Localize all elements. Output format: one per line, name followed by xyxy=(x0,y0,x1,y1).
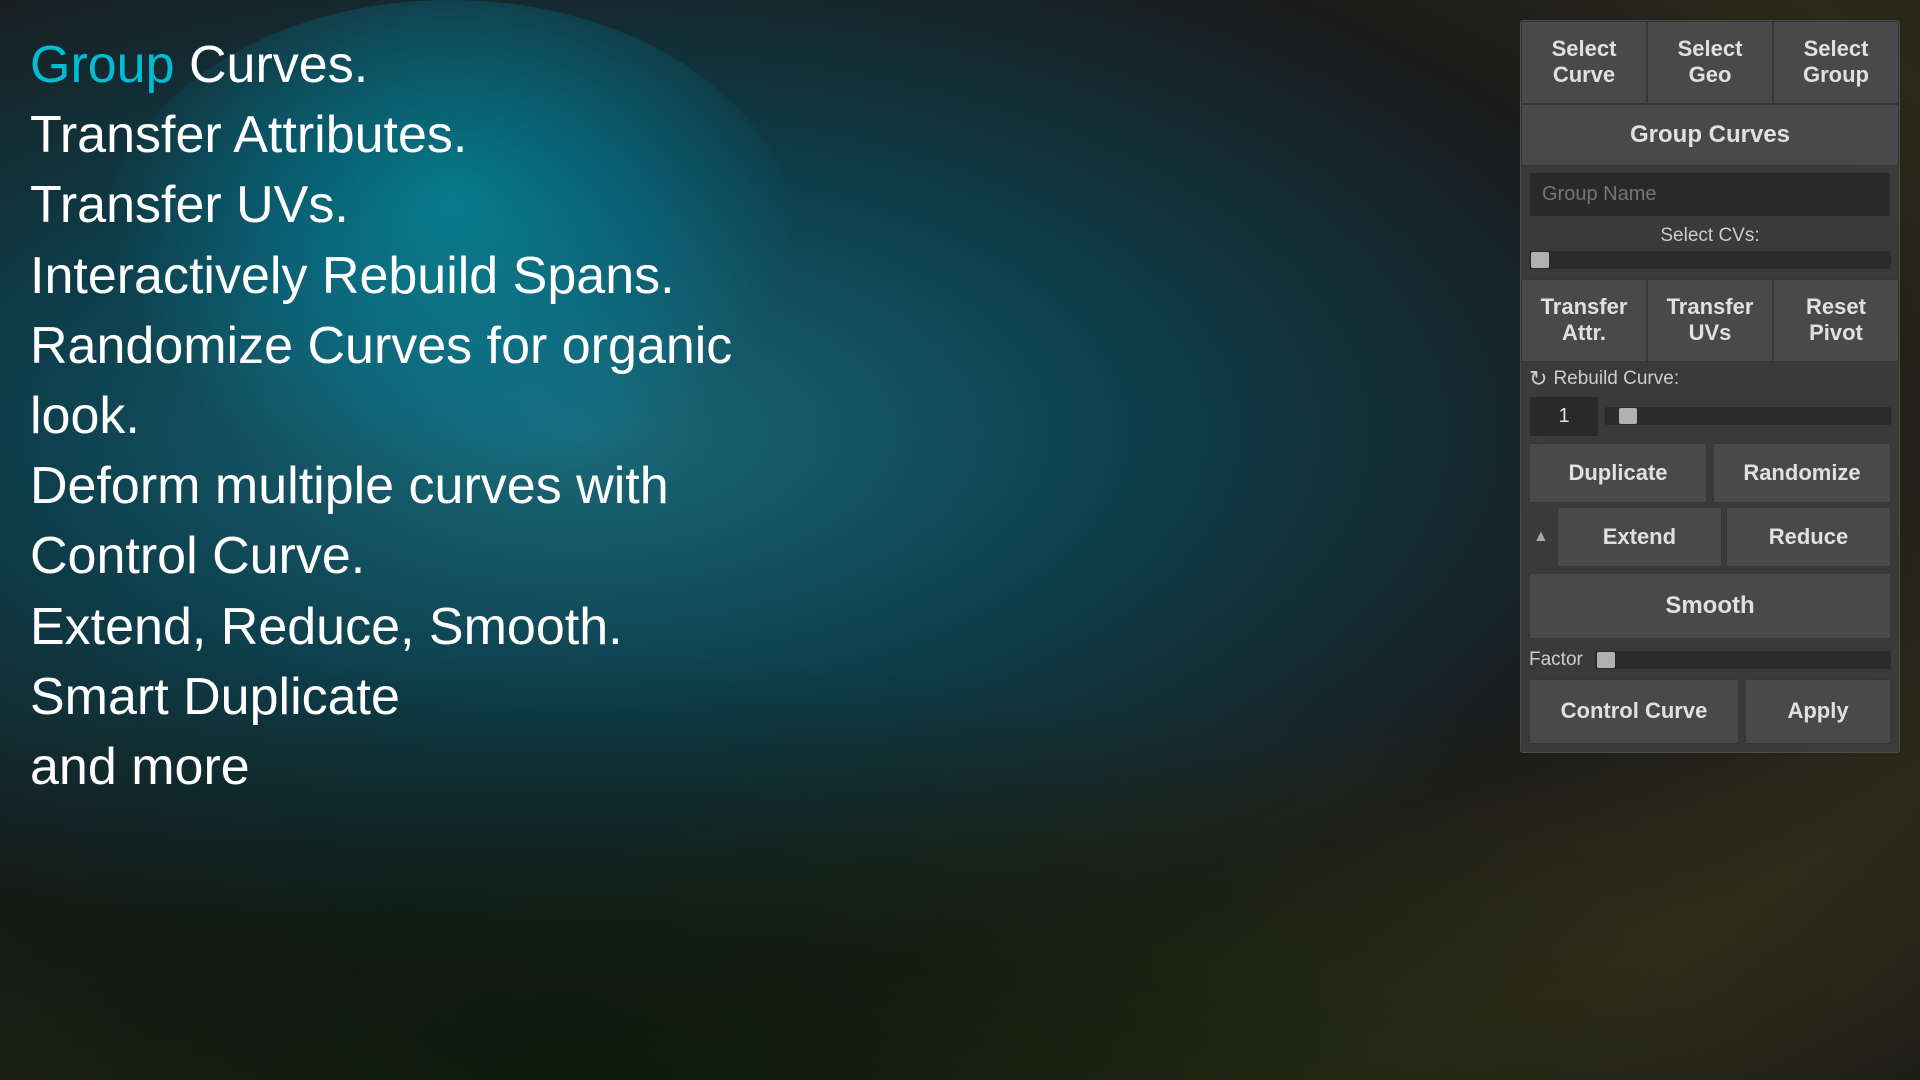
bottom-row: Control Curve Apply xyxy=(1521,679,1899,743)
reduce-button[interactable]: Reduce xyxy=(1726,507,1891,567)
extend-reduce-row: ▲ Extend Reduce xyxy=(1521,507,1899,567)
select-cvs-thumb xyxy=(1531,252,1549,268)
select-group-button[interactable]: Select Group xyxy=(1773,21,1899,104)
transfer-attr-button[interactable]: Transfer Attr. xyxy=(1521,279,1647,362)
rebuild-slider-row xyxy=(1521,396,1899,443)
factor-slider[interactable] xyxy=(1595,651,1891,669)
control-curve-button[interactable]: Control Curve xyxy=(1529,679,1739,743)
line-8: Control Curve. xyxy=(30,521,732,591)
factor-label: Factor xyxy=(1529,649,1589,671)
line-3: Transfer UVs. xyxy=(30,170,732,240)
factor-slider-thumb xyxy=(1597,652,1615,668)
overlay-text: Group Curves. Transfer Attributes. Trans… xyxy=(30,30,732,802)
group-name-input[interactable] xyxy=(1529,172,1891,217)
reset-pivot-button[interactable]: Reset Pivot xyxy=(1773,279,1899,362)
smooth-row: Smooth xyxy=(1521,569,1899,643)
select-row: Select Curve Select Geo Select Group xyxy=(1521,21,1899,104)
randomize-button[interactable]: Randomize xyxy=(1713,443,1891,503)
main-panel: Select Curve Select Geo Select Group Gro… xyxy=(1520,20,1900,753)
line-6: look. xyxy=(30,381,732,451)
select-curve-button[interactable]: Select Curve xyxy=(1521,21,1647,104)
extend-button[interactable]: Extend xyxy=(1557,507,1722,567)
line-4: Interactively Rebuild Spans. xyxy=(30,241,732,311)
select-geo-button[interactable]: Select Geo xyxy=(1647,21,1773,104)
transfer-uvs-button[interactable]: Transfer UVs xyxy=(1647,279,1773,362)
line-9: Extend, Reduce, Smooth. xyxy=(30,592,732,662)
select-cvs-section: Select CVs: xyxy=(1521,223,1899,279)
factor-row: Factor xyxy=(1521,643,1899,677)
group-curves-row: Group Curves xyxy=(1521,104,1899,166)
rebuild-label-row: ↻ Rebuild Curve: xyxy=(1521,362,1899,396)
dup-rand-row: Duplicate Randomize xyxy=(1521,443,1899,503)
smooth-button[interactable]: Smooth xyxy=(1529,573,1891,639)
group-highlight: Group xyxy=(30,36,175,94)
transfer-row: Transfer Attr. Transfer UVs Reset Pivot xyxy=(1521,279,1899,362)
select-cvs-slider[interactable] xyxy=(1529,251,1891,269)
collapse-button[interactable]: ▲ xyxy=(1529,528,1553,546)
line-2: Transfer Attributes. xyxy=(30,100,732,170)
line-11: and more xyxy=(30,732,732,802)
rebuild-icon[interactable]: ↻ xyxy=(1529,366,1547,392)
group-curves-button[interactable]: Group Curves xyxy=(1521,104,1899,166)
apply-button[interactable]: Apply xyxy=(1745,679,1891,743)
line-10: Smart Duplicate xyxy=(30,662,732,732)
rebuild-number-input[interactable] xyxy=(1529,396,1599,437)
line-5: Randomize Curves for organic xyxy=(30,311,732,381)
rebuild-slider[interactable] xyxy=(1605,407,1891,425)
line-7: Deform multiple curves with xyxy=(30,451,732,521)
rebuild-curve-label: Rebuild Curve: xyxy=(1553,368,1891,390)
line-1: Group Curves. xyxy=(30,30,732,100)
rebuild-slider-thumb xyxy=(1619,408,1637,424)
select-cvs-label: Select CVs: xyxy=(1529,225,1891,247)
duplicate-button[interactable]: Duplicate xyxy=(1529,443,1707,503)
